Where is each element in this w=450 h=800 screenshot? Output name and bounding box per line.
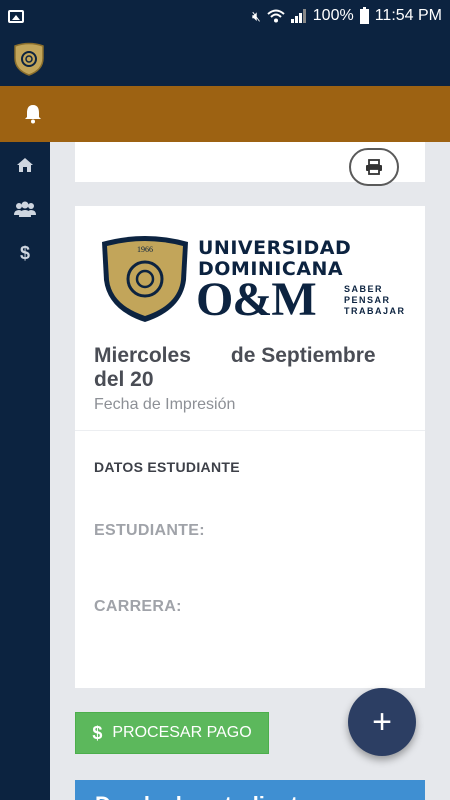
logo-brand: O&M <box>196 273 317 326</box>
motto-line-3: TRABAJAR <box>344 306 406 316</box>
signal-icon <box>290 9 306 23</box>
section-title: DATOS ESTUDIANTE <box>94 459 240 475</box>
student-document-card: 1966 UNIVERSIDAD DOMINICANA O&M SABER PE… <box>75 206 425 688</box>
battery-icon <box>359 6 369 24</box>
wifi-icon <box>267 9 285 23</box>
logo-motto: SABER PENSAR TRABAJAR <box>344 284 406 317</box>
add-fab-button[interactable]: + <box>348 688 416 756</box>
student-label: ESTUDIANTE: <box>94 522 205 539</box>
home-icon <box>17 158 33 172</box>
sidebar-item-home[interactable] <box>0 152 50 178</box>
app-logo[interactable] <box>14 42 44 76</box>
university-seal: 1966 <box>102 236 188 322</box>
divider <box>75 430 425 431</box>
dollar-icon: $ <box>92 722 103 743</box>
mute-icon: 🔇︎ <box>251 7 261 24</box>
date-weekday: Miercoles <box>94 344 191 367</box>
sidebar-item-students[interactable] <box>0 196 50 222</box>
users-icon <box>14 201 36 217</box>
battery-percent: 100% <box>312 7 354 24</box>
status-bar: 🔇︎ 100% 11:54 PM <box>0 0 450 32</box>
process-payment-label: PROCESAR PAGO <box>112 724 252 741</box>
motto-line-1: SABER <box>344 284 384 294</box>
gallery-notification-icon <box>8 9 24 23</box>
printer-icon <box>366 159 382 175</box>
app-bar <box>0 32 450 86</box>
date-year: del 20 <box>94 368 154 391</box>
sidebar: $ <box>0 142 50 800</box>
motto-line-2: PENSAR <box>344 295 391 305</box>
process-payment-button[interactable]: $ PROCESAR PAGO <box>75 712 269 754</box>
student-debt-title: Deuda de estudiante <box>95 792 310 800</box>
print-button[interactable] <box>349 148 399 186</box>
career-label: CARRERA: <box>94 598 182 615</box>
student-debt-card: Deuda de estudiante <box>75 780 425 800</box>
bell-icon[interactable] <box>24 104 42 124</box>
seal-year: 1966 <box>137 245 153 254</box>
print-card <box>75 142 425 186</box>
university-logo: 1966 UNIVERSIDAD DOMINICANA O&M SABER PE… <box>100 234 404 326</box>
print-date-caption: Fecha de Impresión <box>94 396 236 413</box>
date-month: de Septiembre <box>230 344 376 367</box>
logo-line-1: UNIVERSIDAD <box>198 237 352 259</box>
dollar-icon: $ <box>19 242 30 263</box>
sidebar-item-payments[interactable]: $ <box>0 240 50 266</box>
clock: 11:54 PM <box>374 7 442 24</box>
print-date: Miercoles de Septiembre del 20 <box>94 344 414 392</box>
plus-icon: + <box>372 702 392 741</box>
notification-bar <box>0 86 450 142</box>
